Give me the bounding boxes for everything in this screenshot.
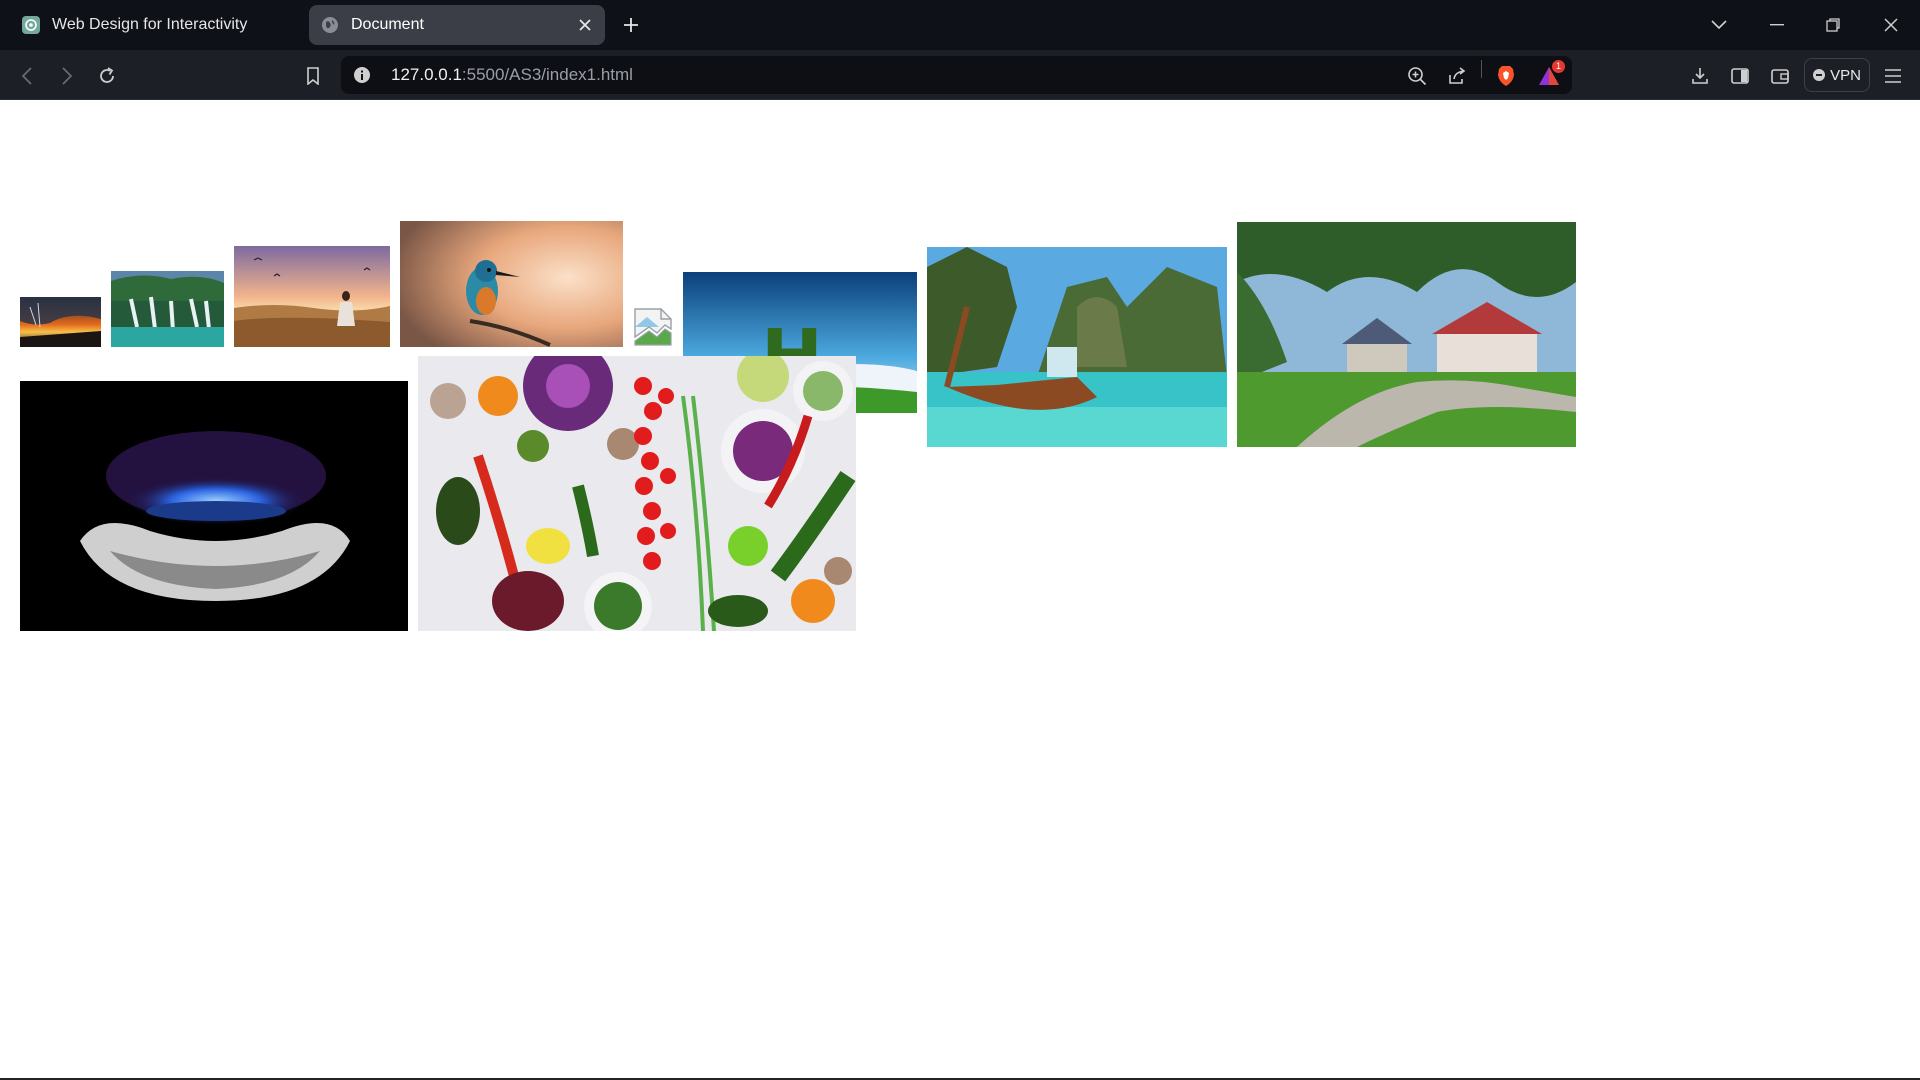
url-text[interactable]: 127.0.0.1:5500/AS3/index1.html bbox=[391, 65, 633, 85]
rewards-badge: 1 bbox=[1552, 60, 1565, 73]
kingfisher-image bbox=[400, 221, 623, 347]
url-host: 127.0.0.1 bbox=[391, 65, 462, 84]
tab-strip: Web Design for Interactivity Document bbox=[0, 0, 1920, 50]
vegetables-image bbox=[418, 356, 856, 631]
reload-icon[interactable] bbox=[94, 63, 120, 89]
share-icon[interactable] bbox=[1445, 64, 1469, 88]
tab-title: Document bbox=[351, 16, 424, 33]
brave-shields-icon[interactable] bbox=[1494, 64, 1518, 88]
navigation-toolbar: 127.0.0.1:5500/AS3/index1.html 1 VPN bbox=[0, 50, 1920, 100]
back-arrow-icon[interactable] bbox=[14, 63, 40, 89]
globe-icon bbox=[321, 16, 339, 34]
tropical-resort-image bbox=[1237, 222, 1576, 447]
broken-image bbox=[633, 307, 673, 347]
vpn-button[interactable]: VPN bbox=[1804, 58, 1870, 92]
close-window-icon[interactable] bbox=[1874, 8, 1908, 42]
page-viewport: H 2 bbox=[0, 101, 1920, 1078]
zoom-icon[interactable] bbox=[1405, 64, 1429, 88]
minimize-icon[interactable] bbox=[1760, 8, 1794, 42]
download-icon[interactable] bbox=[1687, 63, 1713, 89]
tab-web-design[interactable]: Web Design for Interactivity bbox=[10, 5, 300, 45]
vpn-status-icon bbox=[1813, 69, 1826, 81]
bookmark-icon[interactable] bbox=[300, 63, 326, 89]
restore-icon[interactable] bbox=[1816, 8, 1850, 42]
chatgpt-icon bbox=[22, 16, 40, 34]
site-info-icon[interactable] bbox=[353, 66, 371, 84]
address-bar[interactable]: 127.0.0.1:5500/AS3/index1.html 1 bbox=[341, 56, 1572, 94]
waterfall-image bbox=[111, 271, 224, 347]
vpn-label: VPN bbox=[1830, 66, 1861, 84]
sidebar-icon[interactable] bbox=[1727, 63, 1753, 89]
tab-title: Web Design for Interactivity bbox=[52, 16, 248, 33]
tab-document[interactable]: Document bbox=[309, 5, 605, 45]
tab-search-chevron-down-icon[interactable] bbox=[1702, 8, 1736, 42]
storm-sunset-image bbox=[20, 297, 101, 347]
forward-arrow-icon[interactable] bbox=[54, 63, 80, 89]
toolbar-separator bbox=[1481, 60, 1482, 78]
new-tab-button[interactable] bbox=[619, 13, 643, 37]
wallet-icon[interactable] bbox=[1767, 63, 1793, 89]
longtail-boat-image bbox=[927, 247, 1227, 447]
url-path: :5500/AS3/index1.html bbox=[461, 65, 633, 84]
brave-rewards-icon[interactable]: 1 bbox=[1537, 60, 1565, 88]
menu-icon[interactable] bbox=[1880, 63, 1906, 89]
gas-flame-image bbox=[20, 381, 408, 631]
close-tab-icon[interactable] bbox=[575, 15, 595, 35]
girl-field-image bbox=[234, 246, 390, 347]
